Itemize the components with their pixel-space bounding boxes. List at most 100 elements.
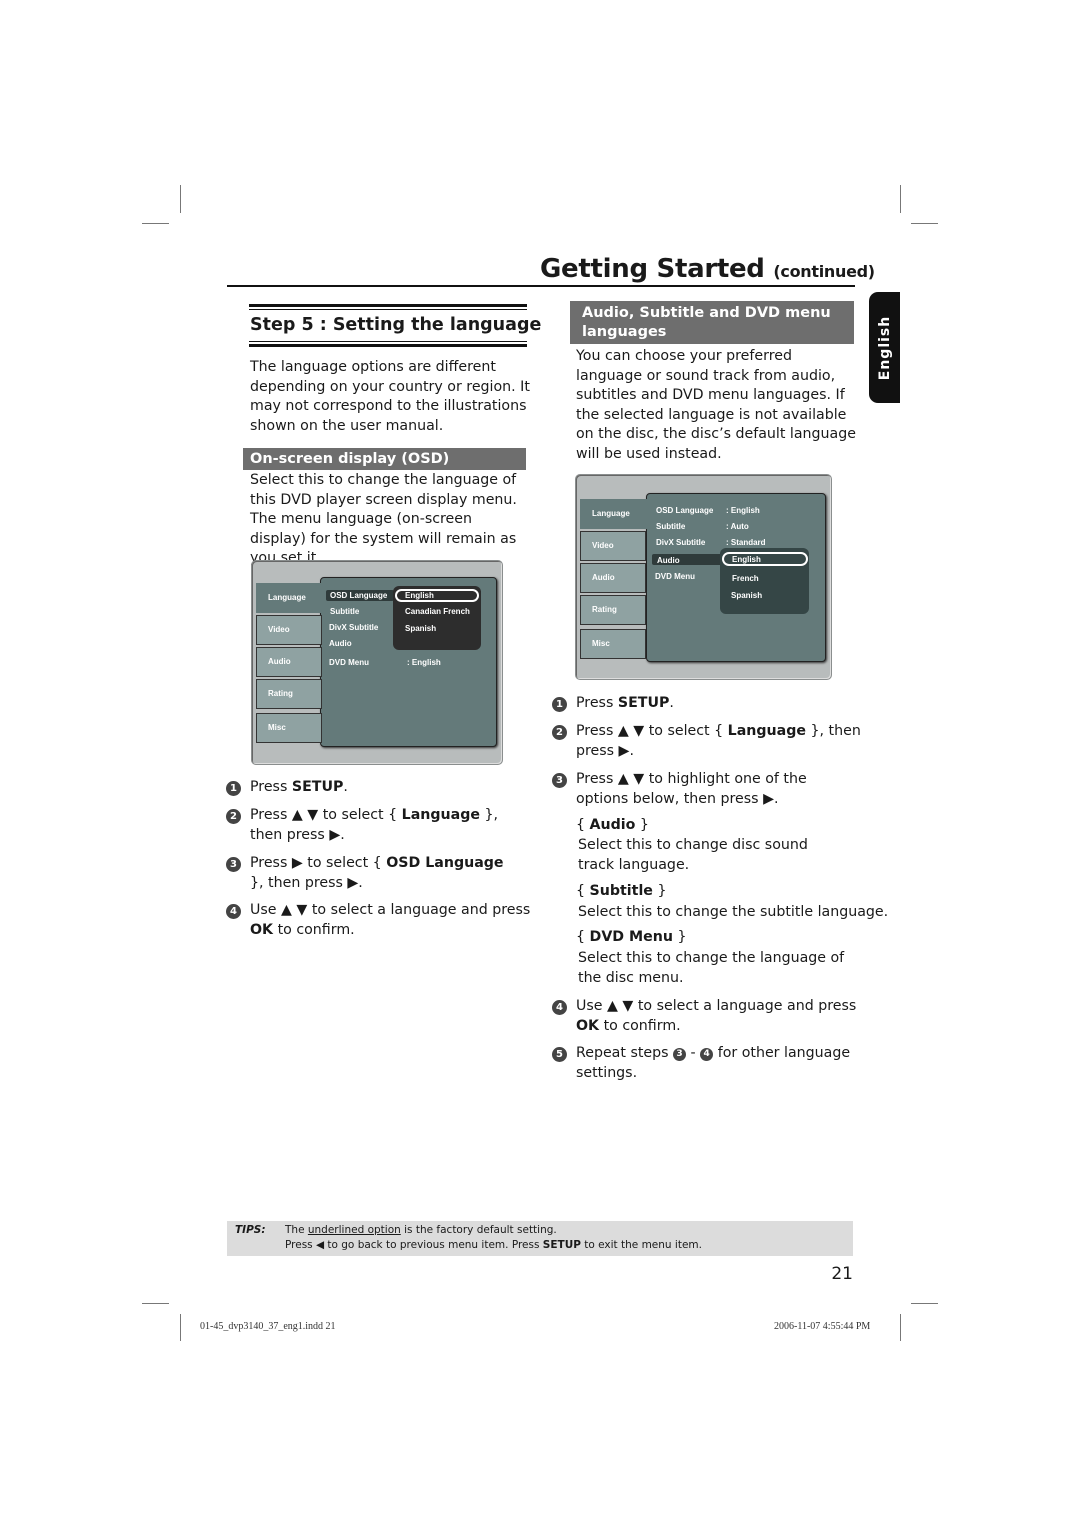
step-number: 3	[226, 857, 241, 872]
popup-option-english: English	[405, 591, 434, 600]
page-header-title: Getting Started (continued)	[540, 254, 875, 284]
dvd-menu-value: : English	[407, 658, 441, 667]
menu-item-dvd-menu: DVD Menu	[655, 572, 695, 581]
menu-item-divx-subtitle: DivX Subtitle	[656, 538, 706, 547]
tips-text: is the factory default setting.	[400, 1224, 557, 1236]
option-subtitle-title: { Subtitle }	[576, 883, 667, 899]
step-text: to confirm.	[273, 921, 355, 938]
audio-subtitle-section-heading: Audio, Subtitle and DVD menu languages	[570, 301, 854, 344]
footer-filename: 01-45_dvp3140_37_eng1.indd 21	[200, 1321, 336, 1332]
menu-tab-misc: Misc	[580, 629, 646, 659]
menu-tab-misc: Misc	[256, 713, 322, 743]
option-label: Audio	[589, 817, 636, 833]
popup-option-spanish: Spanish	[405, 624, 437, 633]
menu-item-osd-language: OSD Language	[656, 506, 714, 515]
step-item: 4 Use ▲ ▼ to select a language and press…	[226, 901, 535, 940]
step-reference-badge: 3	[673, 1048, 687, 1061]
step-item: 4 Use ▲ ▼ to select a language and press…	[552, 997, 861, 1036]
crop-mark	[142, 223, 169, 224]
step-text: }, then press ▶.	[250, 874, 363, 891]
menu-item-subtitle: Subtitle	[656, 522, 686, 531]
tips-label: TIPS:	[235, 1224, 266, 1236]
crop-mark	[911, 1303, 938, 1304]
step-item: 3 Press ▶ to select { OSD Language }, th…	[226, 854, 520, 893]
option-label: Subtitle	[589, 883, 653, 899]
menu-item-osd-language: OSD Language	[330, 591, 388, 600]
tips-line-2: Press ◀ to go back to previous menu item…	[285, 1239, 702, 1251]
subtitle-value: : Auto	[726, 522, 749, 531]
step-number: 4	[226, 904, 241, 919]
title-rule-bottom	[249, 344, 527, 347]
option-dvd-menu-desc: Select this to change the language of th…	[578, 950, 845, 986]
step-number: 1	[552, 697, 567, 712]
side-tab-label: English	[876, 315, 893, 380]
step-item: 1 Press SETUP.	[552, 694, 856, 714]
header-rule	[227, 285, 855, 287]
tips-text: Press ◀ to go back to previous menu item…	[285, 1239, 543, 1251]
step-item: 2 Press ▲ ▼ to select { Language }, then…	[226, 806, 530, 845]
option-dvd-menu-title: { DVD Menu }	[576, 929, 687, 945]
tips-text: The	[285, 1224, 308, 1236]
step-text: Use ▲ ▼ to select a language and press	[250, 902, 531, 918]
option-subtitle-desc: Select this to change the subtitle langu…	[578, 904, 889, 920]
crop-mark	[900, 185, 901, 213]
popup-option-french: French	[732, 574, 759, 583]
step-item: 2 Press ▲ ▼ to select { Language }, then…	[552, 722, 861, 761]
step-number: 3	[552, 773, 567, 788]
section-title: Step 5 : Setting the language	[250, 315, 542, 335]
menu-item-audio: Audio	[329, 639, 352, 648]
step-item: 3 Press ▲ ▼ to highlight one of the opti…	[552, 770, 821, 809]
osd-description: Select this to change the language of th…	[250, 472, 517, 508]
option-audio-desc: Select this to change disc sound track l…	[578, 837, 808, 873]
step-text: Press ▲ ▼ to select {	[576, 723, 728, 739]
title-rule-top	[249, 304, 527, 307]
step-number: 2	[552, 725, 567, 740]
step-text: Press	[576, 695, 618, 711]
menu-item-dvd-menu: DVD Menu	[329, 658, 369, 667]
step-reference-badge: 4	[700, 1048, 714, 1061]
step-number: 5	[552, 1047, 567, 1062]
menu-tab-language: Language	[580, 499, 650, 529]
menu-tab-language: Language	[256, 583, 326, 613]
crop-mark	[180, 185, 181, 213]
step-text: Use ▲ ▼ to select a language and press	[576, 998, 857, 1014]
tips-keyword: SETUP	[542, 1239, 581, 1251]
audio-menu-screenshot: Language Video Audio Rating Misc OSD Lan…	[575, 474, 832, 680]
menu-tab-video: Video	[580, 531, 646, 561]
step-keyword: Language	[727, 723, 806, 739]
step-keyword: OK	[250, 921, 274, 938]
page-number: 21	[831, 1264, 853, 1284]
step-text: .	[669, 695, 674, 711]
menu-item-subtitle: Subtitle	[330, 607, 360, 616]
step-text: Press ▲ ▼ to select {	[250, 807, 402, 823]
option-audio-title: { Audio }	[576, 817, 649, 833]
option-label: DVD Menu	[589, 929, 673, 945]
menu-item-audio: Audio	[657, 556, 680, 565]
tips-underlined-text: underlined option	[307, 1224, 401, 1236]
step-text: Press ▲ ▼ to highlight one of the option…	[576, 771, 807, 807]
step-item: 5 Repeat steps 3 - 4 for other language …	[552, 1044, 861, 1083]
step-text: -	[686, 1045, 701, 1061]
audio-intro-paragraph: You can choose your preferred language o…	[576, 348, 856, 462]
step-keyword: SETUP	[291, 779, 344, 795]
menu-tab-audio: Audio	[256, 647, 322, 677]
menu-item-divx-subtitle: DivX Subtitle	[329, 623, 379, 632]
crop-mark	[900, 1314, 901, 1341]
step-text: Press ▶ to select {	[250, 855, 387, 871]
menu-tab-video: Video	[256, 615, 322, 645]
step-keyword: Language	[401, 807, 480, 823]
menu-tab-rating: Rating	[580, 595, 646, 625]
popup-option-english: English	[732, 555, 761, 564]
step-text: Press	[250, 779, 292, 795]
footer-timestamp: 2006-11-07 4:55:44 PM	[774, 1321, 871, 1332]
divx-subtitle-value: : Standard	[726, 538, 766, 547]
crop-mark	[180, 1314, 181, 1341]
tips-line-1: The underlined option is the factory def…	[285, 1224, 557, 1236]
step-number: 1	[226, 781, 241, 796]
intro-paragraph: The language options are different depen…	[250, 359, 530, 434]
step-text: .	[343, 779, 348, 795]
osd-section-heading: On-screen display (OSD) language	[243, 448, 526, 489]
language-side-tab: English	[869, 292, 900, 403]
header-title-text: Getting Started	[540, 254, 765, 284]
tips-text: to exit the menu item.	[580, 1239, 702, 1251]
